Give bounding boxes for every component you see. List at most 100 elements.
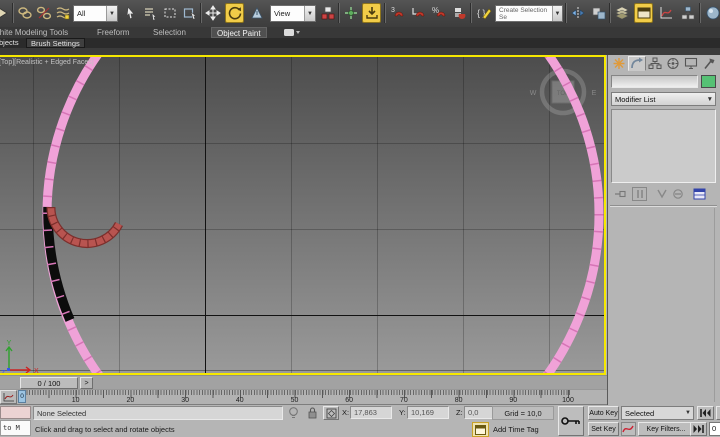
select-and-manipulate-button[interactable]: [341, 3, 360, 23]
trackbar-frame-label: 100: [562, 397, 574, 404]
viewport-label[interactable]: [+][Top][Realistic + Edged Faces]: [0, 59, 94, 66]
make-unique-button[interactable]: [654, 187, 669, 201]
mirror-icon: [570, 5, 586, 21]
percent-snap-icon: %: [431, 5, 447, 21]
rectangular-selection-region-button[interactable]: [160, 3, 179, 23]
show-end-result-button[interactable]: [632, 187, 647, 201]
tab-motion[interactable]: [664, 56, 682, 71]
edit-named-selection-sets-button[interactable]: { }: [474, 3, 493, 23]
select-and-move-button[interactable]: [203, 3, 222, 23]
tab-hierarchy[interactable]: [646, 56, 664, 71]
panel-paint-objects[interactable]: Paint Objects: [0, 38, 19, 48]
toolbar-separator: [12, 3, 14, 23]
modifier-list-dropdown[interactable]: Modifier List ▼: [611, 92, 716, 106]
selection-status-field[interactable]: None Selected: [33, 406, 283, 420]
modify-icon: [630, 57, 644, 70]
tab-selection[interactable]: Selection: [153, 27, 186, 38]
clipped-toolbar-icon[interactable]: [0, 3, 12, 23]
snap-toggle-3d-button[interactable]: 3: [387, 3, 406, 23]
key-filter-set-value: Selected: [625, 409, 654, 418]
tab-freeform[interactable]: Freeform: [97, 27, 129, 38]
percent-snap-button[interactable]: %: [429, 3, 448, 23]
panel-brush-settings[interactable]: Brush Settings: [26, 38, 85, 48]
trackbar-frame-label: 90: [509, 397, 517, 404]
select-and-rotate-button[interactable]: [225, 3, 244, 23]
window-crossing-button[interactable]: [180, 3, 199, 23]
toolbar-separator: [699, 3, 701, 23]
tab-create[interactable]: [610, 56, 628, 71]
current-frame-field[interactable]: 0: [709, 422, 720, 436]
pin-stack-button[interactable]: [612, 187, 627, 201]
ribbon-config-icon[interactable]: [284, 29, 300, 38]
ribbon-toggle-button[interactable]: [634, 3, 653, 23]
status-bar: to M None Selected X: 17,863 Y: 10,169 Z…: [0, 405, 720, 437]
absolute-offset-mode-toggle[interactable]: [323, 406, 339, 420]
macro-recorder-pane[interactable]: [0, 406, 31, 419]
mini-curve-icon: [3, 392, 15, 402]
material-editor-button[interactable]: [703, 3, 720, 23]
y-coordinate-field[interactable]: 10,169: [407, 406, 449, 419]
selection-filter-dropdown[interactable]: All ▼: [73, 5, 118, 22]
default-tangent-button[interactable]: [621, 422, 636, 436]
select-and-link-button[interactable]: [15, 3, 34, 23]
display-icon: [684, 57, 698, 70]
x-axis-arrow: [9, 367, 30, 373]
tab-modify[interactable]: [628, 56, 646, 71]
key-filter-set-dropdown[interactable]: Selected ▼: [621, 406, 694, 420]
trackbar-frame-marker[interactable]: 0: [18, 390, 26, 403]
move-icon: [205, 5, 221, 21]
set-key-button[interactable]: Set Key: [588, 422, 619, 436]
key-filters-button[interactable]: Key Filters...: [638, 422, 694, 436]
schematic-view-button[interactable]: [678, 3, 697, 23]
select-and-scale-button[interactable]: [247, 3, 266, 23]
spinner-snap-button[interactable]: [450, 3, 469, 23]
time-slider-track[interactable]: 0 / 100 >: [0, 375, 607, 389]
bind-to-space-warp-button[interactable]: [53, 3, 72, 23]
keyboard-shortcut-override-button[interactable]: [362, 3, 381, 23]
tab-graphite-modeling-tools[interactable]: Graphite Modeling Tools: [0, 27, 68, 38]
curve-editor-button[interactable]: [656, 3, 675, 23]
reference-coordinate-system-dropdown[interactable]: View ▼: [270, 5, 316, 22]
angle-snap-button[interactable]: [408, 3, 427, 23]
keyboard-override-icon: [364, 5, 380, 21]
select-by-name-button[interactable]: [140, 3, 159, 23]
manipulate-icon: [343, 5, 359, 21]
tab-object-paint[interactable]: Object Paint: [211, 27, 267, 38]
named-selection-set-dropdown[interactable]: Create Selection Se ▼: [495, 5, 563, 22]
next-frame-button[interactable]: >: [80, 377, 93, 389]
track-bar[interactable]: 0 102030405060708090100: [0, 389, 607, 405]
configure-modifier-sets-button[interactable]: [692, 187, 707, 201]
select-object-button[interactable]: [120, 3, 139, 23]
maxscript-listener-pane[interactable]: to M: [0, 420, 31, 436]
viewport-top[interactable]: TOP W E Y X Z [+][Top][Rea: [0, 55, 606, 375]
viewport-scene: TOP W E Y X Z: [0, 57, 604, 373]
use-pivot-point-center-button[interactable]: [318, 3, 337, 23]
go-to-end-button[interactable]: [690, 422, 707, 436]
auto-key-button[interactable]: Auto Key: [588, 406, 619, 420]
previous-frame-button[interactable]: [716, 406, 720, 420]
time-tag-toggle-button[interactable]: [472, 422, 489, 437]
mini-curve-editor-button[interactable]: [0, 390, 17, 404]
lock-icon: [306, 406, 319, 420]
pink-circle-spline[interactable]: [47, 57, 599, 373]
time-slider-handle[interactable]: 0 / 100: [20, 377, 78, 389]
pivot-center-icon: [320, 5, 336, 21]
align-button[interactable]: [589, 3, 608, 23]
layer-manager-button[interactable]: [612, 3, 631, 23]
trackbar-frame-label: 70: [400, 397, 408, 404]
go-to-start-button[interactable]: [697, 406, 714, 420]
unlink-selection-button[interactable]: [34, 3, 53, 23]
toolbar-separator: [470, 3, 472, 23]
x-coordinate-field[interactable]: 17,863: [350, 406, 392, 419]
modifier-stack-list[interactable]: [611, 109, 716, 183]
y-axis-arrow: [6, 347, 12, 370]
tab-display[interactable]: [682, 56, 700, 71]
remove-modifier-button[interactable]: [670, 187, 685, 201]
mirror-button[interactable]: [568, 3, 587, 23]
object-name-field[interactable]: [611, 75, 698, 88]
chevron-down-icon: ▼: [707, 96, 713, 103]
add-time-tag-label[interactable]: Add Time Tag: [493, 423, 563, 436]
tab-utilities[interactable]: [700, 56, 718, 71]
object-color-swatch[interactable]: [701, 75, 716, 88]
go-to-start-icon: [700, 409, 711, 417]
